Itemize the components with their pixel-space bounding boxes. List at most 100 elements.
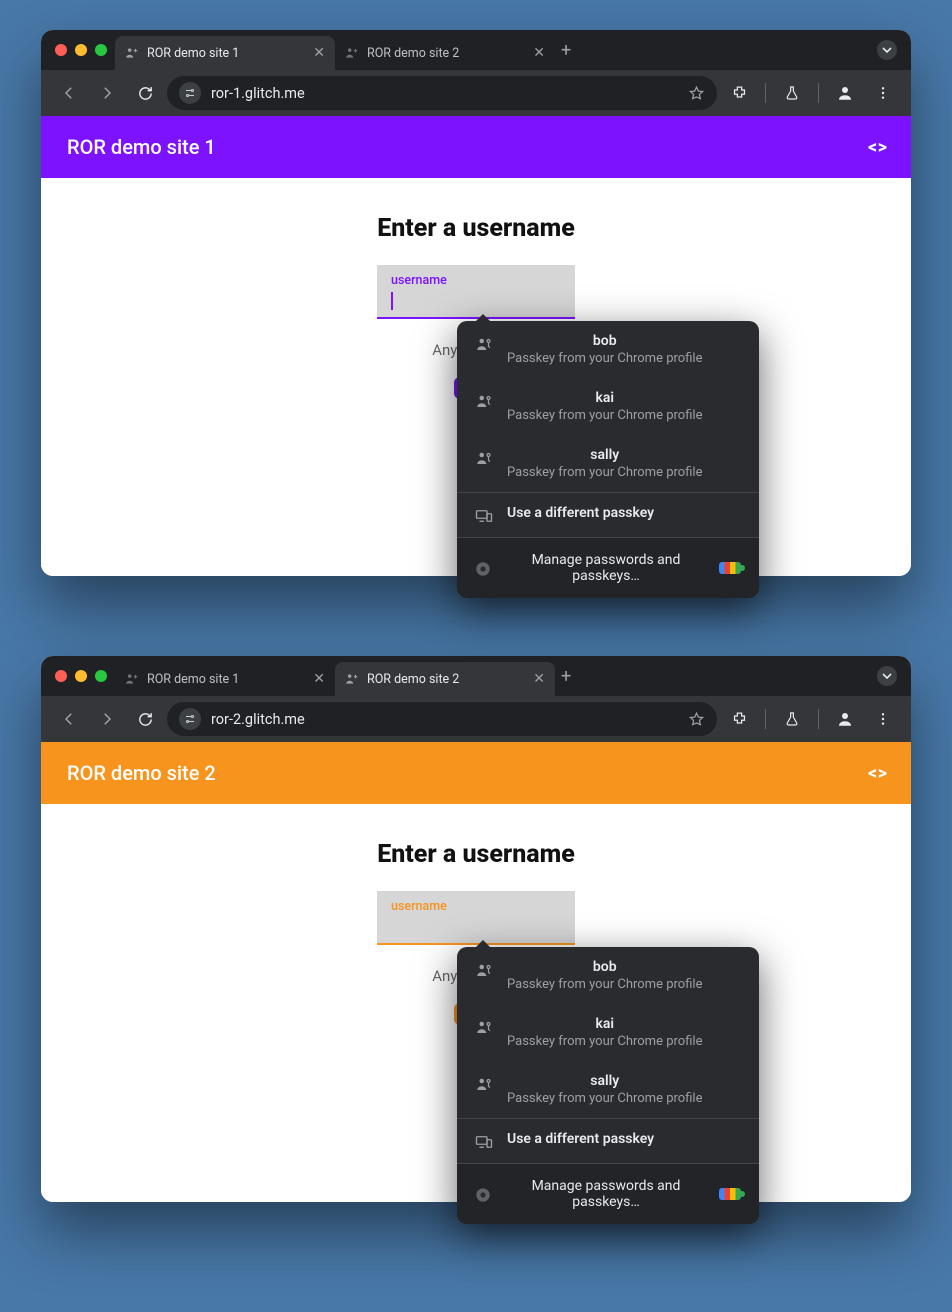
- minimize-window-icon[interactable]: [75, 44, 87, 56]
- app-bar: ROR demo site 2 < >: [41, 742, 911, 804]
- close-window-icon[interactable]: [55, 670, 67, 682]
- back-button[interactable]: [53, 703, 85, 735]
- kebab-menu-icon[interactable]: [867, 703, 899, 735]
- tab-favicon-icon: [125, 46, 139, 60]
- kebab-menu-icon[interactable]: [867, 77, 899, 109]
- code-brackets-icon[interactable]: < >: [868, 137, 885, 158]
- window-traffic-lights[interactable]: [49, 44, 115, 56]
- extensions-icon[interactable]: [723, 703, 755, 735]
- use-different-passkey[interactable]: Use a different passkey: [457, 493, 759, 537]
- back-button[interactable]: [53, 77, 85, 109]
- tab-menu-chevron-icon[interactable]: [877, 666, 897, 686]
- browser-toolbar: ror-2.glitch.me: [41, 696, 911, 742]
- field-label: username: [391, 899, 561, 914]
- passkey-subtitle: Passkey from your Chrome profile: [507, 351, 702, 366]
- different-passkey-label: Use a different passkey: [507, 1131, 654, 1147]
- google-key-icon: [719, 562, 741, 574]
- username-input[interactable]: username: [377, 265, 575, 319]
- passkey-autofill-popup: bob Passkey from your Chrome profile kai…: [457, 947, 759, 1224]
- devices-icon: [475, 1133, 493, 1151]
- passkey-subtitle: Passkey from your Chrome profile: [507, 465, 702, 480]
- labs-flask-icon[interactable]: [776, 77, 808, 109]
- devices-icon: [475, 507, 493, 525]
- tab-menu-chevron-icon[interactable]: [877, 40, 897, 60]
- passkey-user-icon: [475, 1018, 493, 1036]
- passkey-option-sally[interactable]: sally Passkey from your Chrome profile: [457, 435, 759, 492]
- passkey-name: bob: [507, 959, 702, 975]
- code-brackets-icon[interactable]: < >: [868, 763, 885, 784]
- chrome-icon: [475, 1187, 493, 1203]
- profile-avatar-icon[interactable]: [829, 77, 861, 109]
- bookmark-star-icon[interactable]: [688, 85, 705, 102]
- forward-button[interactable]: [91, 77, 123, 109]
- url-text: ror-1.glitch.me: [211, 85, 678, 102]
- page-heading: Enter a username: [41, 840, 911, 869]
- manage-passwords-row[interactable]: Manage passwords and passkeys…: [457, 1163, 759, 1224]
- text-caret-icon: [391, 292, 393, 310]
- toolbar-separator: [765, 709, 766, 729]
- new-tab-button[interactable]: +: [555, 40, 577, 61]
- extensions-icon[interactable]: [723, 77, 755, 109]
- passkey-option-kai[interactable]: kai Passkey from your Chrome profile: [457, 1004, 759, 1061]
- tab-strip: ROR demo site 1 ✕ ROR demo site 2 ✕ +: [41, 656, 911, 696]
- reload-button[interactable]: [129, 703, 161, 735]
- site-settings-icon[interactable]: [179, 82, 201, 104]
- tab-close-icon[interactable]: ✕: [313, 671, 325, 687]
- passkey-subtitle: Passkey from your Chrome profile: [507, 1034, 702, 1049]
- tab-strip: ROR demo site 1 ✕ ROR demo site 2 ✕ +: [41, 30, 911, 70]
- tab-title: ROR demo site 1: [147, 46, 305, 61]
- tab-close-icon[interactable]: ✕: [533, 45, 545, 61]
- app-title: ROR demo site 1: [67, 135, 216, 159]
- tab-ror-demo-2[interactable]: ROR demo site 2 ✕: [335, 662, 555, 696]
- passkey-name: kai: [507, 1016, 702, 1032]
- browser-window-1: ROR demo site 1 ✕ ROR demo site 2 ✕ +: [41, 30, 911, 576]
- fullscreen-window-icon[interactable]: [95, 670, 107, 682]
- minimize-window-icon[interactable]: [75, 670, 87, 682]
- tab-close-icon[interactable]: ✕: [533, 671, 545, 687]
- new-tab-button[interactable]: +: [555, 666, 577, 687]
- reload-button[interactable]: [129, 77, 161, 109]
- app-title: ROR demo site 2: [67, 761, 216, 785]
- manage-passwords-row[interactable]: Manage passwords and passkeys…: [457, 537, 759, 598]
- passkey-user-icon: [475, 449, 493, 467]
- toolbar-separator: [818, 83, 819, 103]
- passkey-option-sally[interactable]: sally Passkey from your Chrome profile: [457, 1061, 759, 1118]
- passkey-name: sally: [507, 1073, 702, 1089]
- passkey-user-icon: [475, 961, 493, 979]
- manage-label: Manage passwords and passkeys…: [507, 1178, 705, 1210]
- use-different-passkey[interactable]: Use a different passkey: [457, 1119, 759, 1163]
- forward-button[interactable]: [91, 703, 123, 735]
- url-text: ror-2.glitch.me: [211, 711, 678, 728]
- tab-close-icon[interactable]: ✕: [313, 45, 325, 61]
- close-window-icon[interactable]: [55, 44, 67, 56]
- username-input[interactable]: username: [377, 891, 575, 945]
- toolbar-separator: [765, 83, 766, 103]
- different-passkey-label: Use a different passkey: [507, 505, 654, 521]
- page-heading: Enter a username: [41, 214, 911, 243]
- google-key-icon: [719, 1188, 741, 1200]
- manage-label: Manage passwords and passkeys…: [507, 552, 705, 584]
- passkey-option-kai[interactable]: kai Passkey from your Chrome profile: [457, 378, 759, 435]
- browser-window-2: ROR demo site 1 ✕ ROR demo site 2 ✕ +: [41, 656, 911, 1202]
- bookmark-star-icon[interactable]: [688, 711, 705, 728]
- passkey-name: kai: [507, 390, 702, 406]
- passkey-name: bob: [507, 333, 702, 349]
- tab-favicon-icon: [125, 672, 139, 686]
- window-traffic-lights[interactable]: [49, 670, 115, 682]
- passkey-autofill-popup: bob Passkey from your Chrome profile kai…: [457, 321, 759, 598]
- passkey-option-bob[interactable]: bob Passkey from your Chrome profile: [457, 947, 759, 1004]
- site-settings-icon[interactable]: [179, 708, 201, 730]
- labs-flask-icon[interactable]: [776, 703, 808, 735]
- toolbar-separator: [818, 709, 819, 729]
- omnibox[interactable]: ror-2.glitch.me: [167, 702, 717, 736]
- tab-ror-demo-1[interactable]: ROR demo site 1 ✕: [115, 662, 335, 696]
- page-content: ROR demo site 2 < > Enter a username use…: [41, 742, 911, 1202]
- tab-ror-demo-2[interactable]: ROR demo site 2 ✕: [335, 36, 555, 70]
- fullscreen-window-icon[interactable]: [95, 44, 107, 56]
- browser-toolbar: ror-1.glitch.me: [41, 70, 911, 116]
- tab-favicon-icon: [345, 46, 359, 60]
- omnibox[interactable]: ror-1.glitch.me: [167, 76, 717, 110]
- tab-ror-demo-1[interactable]: ROR demo site 1 ✕: [115, 36, 335, 70]
- passkey-option-bob[interactable]: bob Passkey from your Chrome profile: [457, 321, 759, 378]
- profile-avatar-icon[interactable]: [829, 703, 861, 735]
